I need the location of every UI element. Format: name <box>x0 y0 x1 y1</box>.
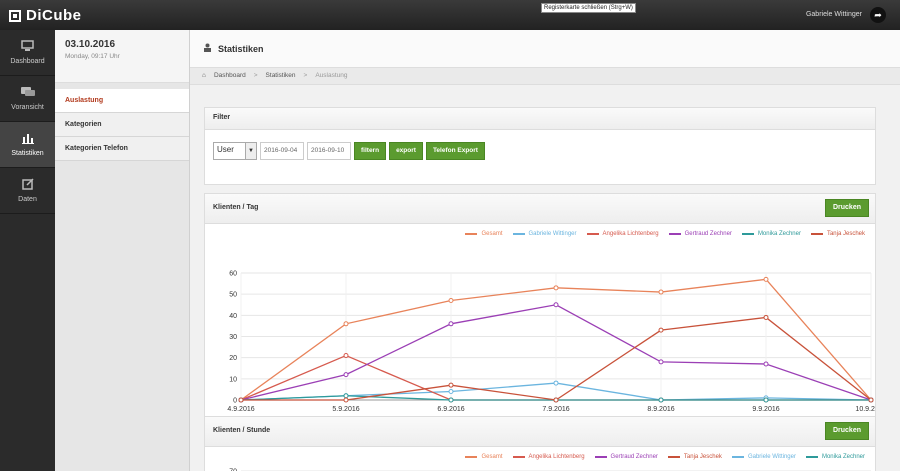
chat-icon <box>0 86 55 100</box>
y-tick-label: 20 <box>229 355 237 362</box>
data-point <box>343 353 349 359</box>
main-nav: Dashboard Voransicht Statistiken Daten <box>0 30 55 471</box>
x-tick-label: 5.9.2016 <box>332 406 359 413</box>
print-button[interactable]: Drucken <box>825 422 869 440</box>
breadcrumb-current: Auslastung <box>315 72 348 79</box>
y-tick-label: 40 <box>229 313 237 320</box>
chart2-header: Klienten / Stunde Drucken <box>205 417 875 447</box>
subnav-auslastung[interactable]: Auslastung <box>55 89 189 113</box>
date-to-input[interactable]: 2016-09-10 <box>307 142 351 160</box>
top-bar: DiCube Registerkarte schließen (Strg+W) … <box>0 0 900 30</box>
data-point <box>343 321 349 327</box>
breadcrumb-separator: > <box>253 72 258 79</box>
data-point <box>343 397 349 403</box>
y-tick-label: 0 <box>233 398 237 405</box>
y-tick-label: 10 <box>229 376 237 383</box>
logo-icon <box>9 9 21 22</box>
chart2-svg: 70 <box>229 469 871 471</box>
bar-chart-icon <box>0 132 55 146</box>
nav-dashboard[interactable]: Dashboard <box>0 30 55 76</box>
edit-icon <box>0 178 55 192</box>
nav-label: Dashboard <box>10 58 45 65</box>
page-header: Statistiken <box>190 30 900 68</box>
share-button[interactable]: ➦ <box>870 7 886 23</box>
data-point <box>448 321 454 327</box>
user-select[interactable]: User ▼ <box>213 142 257 160</box>
current-date: 03.10.2016 <box>65 39 116 50</box>
data-point <box>553 397 559 403</box>
data-point <box>343 372 349 378</box>
y-tick-label: 50 <box>229 292 237 299</box>
tooltip: Registerkarte schließen (Strg+W) <box>541 3 636 13</box>
logo-text: DiCube <box>26 7 82 24</box>
export-button[interactable]: export <box>389 142 423 160</box>
x-tick-label: 4.9.2016 <box>227 406 254 413</box>
user-name[interactable]: Gabriele Wittinger <box>806 11 862 18</box>
x-tick-label: 8.9.2016 <box>647 406 674 413</box>
nav-label: Statistiken <box>11 150 44 157</box>
nav-voransicht[interactable]: Voransicht <box>0 76 55 122</box>
filter-row: User ▼ 2016-09-04 2016-09-10 filtern exp… <box>205 130 875 172</box>
x-tick-label: 9.9.2016 <box>752 406 779 413</box>
breadcrumb-dashboard[interactable]: Dashboard <box>214 72 246 80</box>
filter-title: Filter <box>205 108 875 130</box>
data-point <box>658 397 664 403</box>
data-point <box>448 298 454 304</box>
arrow-right-icon: ➦ <box>874 10 882 20</box>
main-content: Statistiken ⌂ Dashboard > Statistiken > … <box>190 30 900 471</box>
data-point <box>448 382 454 388</box>
data-point <box>658 289 664 295</box>
user-select-value: User <box>217 145 234 154</box>
data-point <box>868 397 874 403</box>
current-datetime: Monday, 09:17 Uhr <box>65 53 120 60</box>
date-box: 03.10.2016 Monday, 09:17 Uhr <box>55 30 189 83</box>
data-point <box>343 393 349 399</box>
breadcrumb-separator: > <box>303 72 308 79</box>
subnav-kategorien-telefon[interactable]: Kategorien Telefon <box>55 137 189 161</box>
clients-per-hour-panel: Klienten / Stunde Drucken Gesamt Angelika… <box>204 416 876 471</box>
data-point <box>448 397 454 403</box>
breadcrumb: ⌂ Dashboard > Statistiken > Auslastung <box>190 68 900 85</box>
monitor-icon <box>0 40 55 54</box>
data-point <box>763 314 769 320</box>
data-point <box>658 359 664 365</box>
data-point <box>448 389 454 395</box>
app-logo[interactable]: DiCube <box>9 7 82 24</box>
chart1-title: Klienten / Tag <box>213 204 259 211</box>
filter-panel: Filter User ▼ 2016-09-04 2016-09-10 filt… <box>204 107 876 185</box>
y-tick-label: 60 <box>229 271 237 278</box>
data-point <box>763 397 769 403</box>
chart1-svg: 0 10 20 30 40 50 60 4.9.2016 5.9.2016 6.9.2016 7.9… <box>227 271 875 414</box>
nav-statistiken[interactable]: Statistiken <box>0 122 55 168</box>
y-tick-label: 30 <box>229 334 237 341</box>
page-title: Statistiken <box>218 43 264 54</box>
nav-label: Daten <box>18 196 37 203</box>
data-point <box>553 302 559 308</box>
nav-label: Voransicht <box>11 104 44 111</box>
home-icon: ⌂ <box>202 72 206 79</box>
filter-button[interactable]: filtern <box>354 142 387 160</box>
data-point <box>763 276 769 282</box>
x-tick-label: 6.9.2016 <box>437 406 464 413</box>
clients-per-day-panel: Klienten / Tag Drucken Gesamt Gabriele Wi… <box>204 193 876 424</box>
print-button[interactable]: Drucken <box>825 199 869 217</box>
data-point <box>763 361 769 367</box>
data-point <box>238 397 244 403</box>
x-tick-label: 7.9.2016 <box>542 406 569 413</box>
sub-nav: 03.10.2016 Monday, 09:17 Uhr Auslastung … <box>55 30 190 471</box>
chevron-down-icon: ▼ <box>245 143 256 159</box>
breadcrumb-statistiken[interactable]: Statistiken <box>266 72 296 80</box>
data-point <box>658 327 664 333</box>
subnav-kategorien[interactable]: Kategorien <box>55 113 189 137</box>
phone-export-button[interactable]: Telefon Export <box>425 142 485 160</box>
chart1-header: Klienten / Tag Drucken <box>205 194 875 224</box>
date-from-input[interactable]: 2016-09-04 <box>260 142 304 160</box>
x-tick-label: 10.9.2016 <box>855 406 875 413</box>
chart2-title: Klienten / Stunde <box>213 427 271 434</box>
data-point <box>553 380 559 386</box>
user-icon <box>203 43 212 54</box>
data-point <box>553 285 559 291</box>
nav-daten[interactable]: Daten <box>0 168 55 214</box>
